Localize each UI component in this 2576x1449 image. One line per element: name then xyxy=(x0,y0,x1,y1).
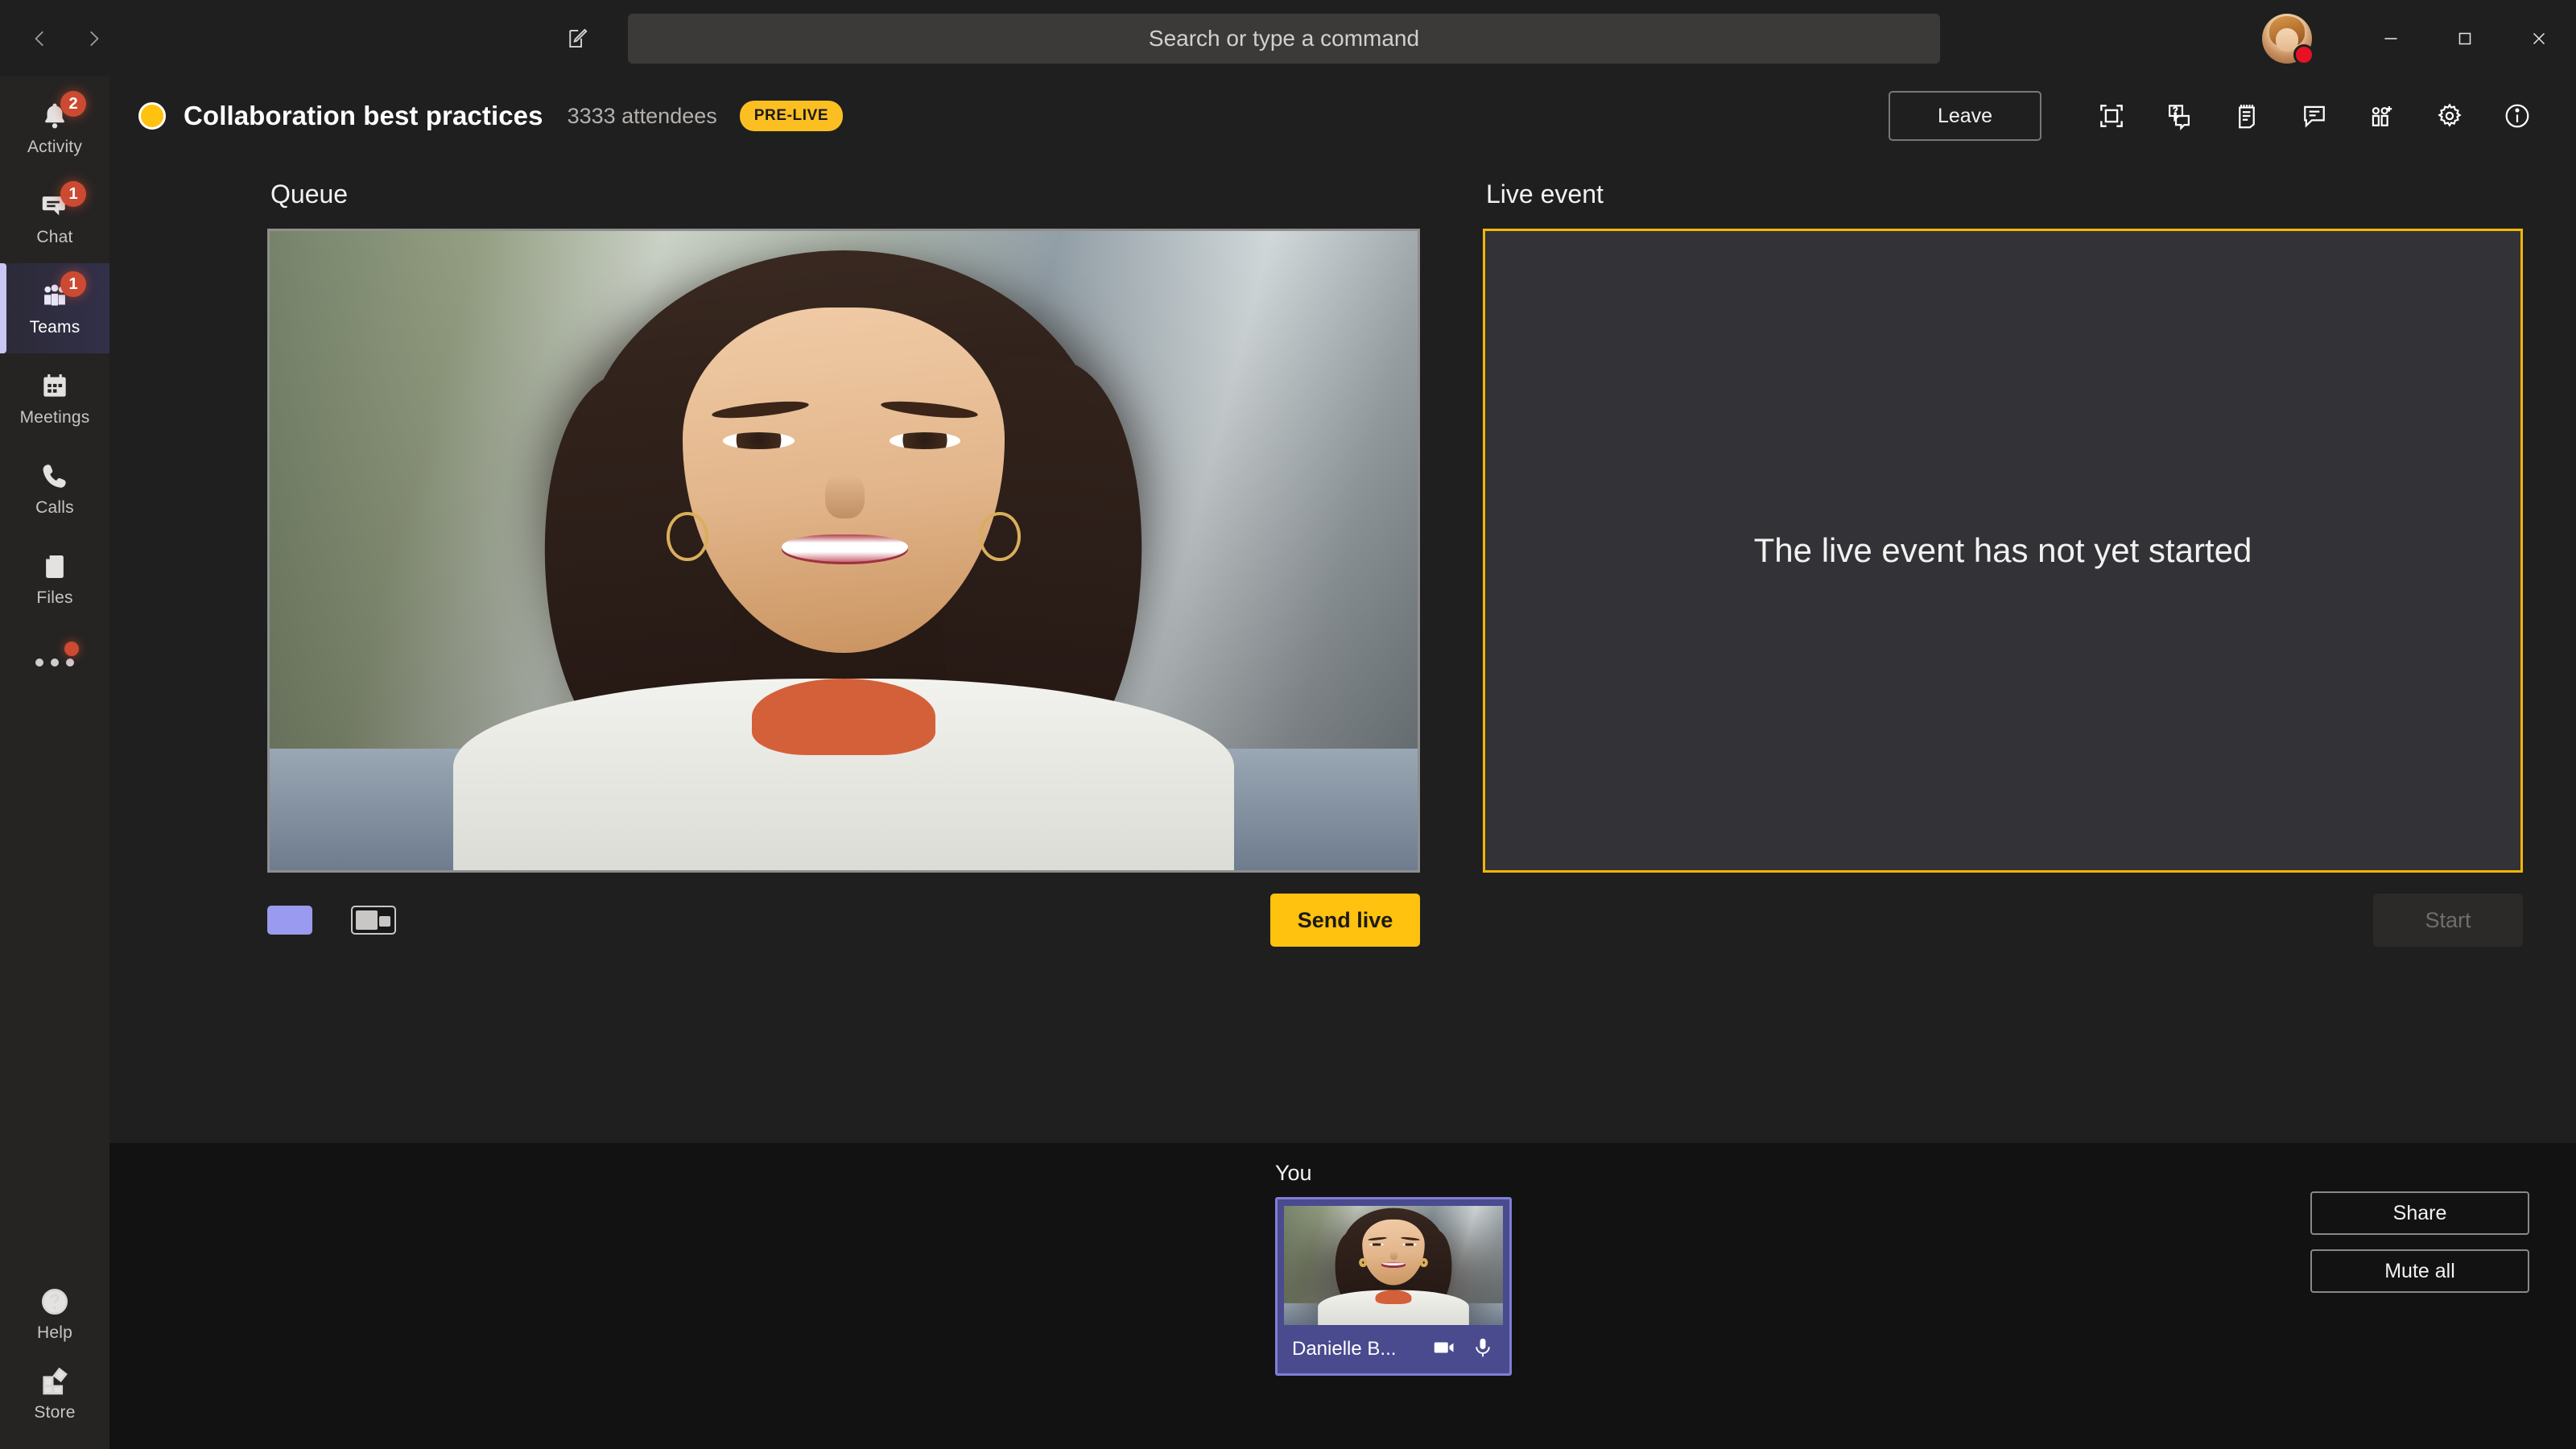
activity-badge: 2 xyxy=(60,91,86,117)
chat-icon[interactable] xyxy=(2283,85,2346,147)
queue-video-preview[interactable] xyxy=(267,229,1420,873)
queue-panel: Queue Send live xyxy=(267,155,1420,1143)
main-content: Collaboration best practices 3333 attend… xyxy=(109,76,2576,1449)
you-section: You Danielle B... xyxy=(1275,1161,1512,1376)
live-event-panel: Live event The live event has not yet st… xyxy=(1483,155,2523,1143)
sidebar-item-files[interactable]: Files xyxy=(0,534,109,624)
sidebar-item-help[interactable]: Help xyxy=(0,1269,109,1359)
qna-icon[interactable] xyxy=(2148,85,2211,147)
participant-video-thumb xyxy=(1284,1206,1503,1325)
footer-actions: Share Mute all xyxy=(2310,1191,2529,1293)
participant-name: Danielle B... xyxy=(1292,1338,1397,1360)
participant-media-icons xyxy=(1432,1335,1495,1364)
sidebar-item-label: Help xyxy=(37,1323,72,1342)
store-icon xyxy=(36,1364,73,1398)
chat-badge: 1 xyxy=(60,181,86,207)
page-title: Collaboration best practices xyxy=(184,101,543,130)
teams-badge: 1 xyxy=(60,271,86,297)
search-input[interactable]: Search or type a command xyxy=(628,14,1940,64)
sidebar-item-label: Meetings xyxy=(19,408,90,427)
attendee-count: 3333 attendees xyxy=(567,103,717,128)
forward-button[interactable] xyxy=(71,16,116,61)
app-rail: 2 Activity 1 Chat 1 Teams Meetings Calls… xyxy=(0,76,109,1449)
teams-live-event-window: Search or type a command 2 Activity 1 Ch… xyxy=(0,0,2576,1449)
sidebar-item-teams[interactable]: 1 Teams xyxy=(0,263,109,353)
file-icon xyxy=(36,550,73,584)
sidebar-item-label: Teams xyxy=(29,318,80,336)
status-badge: PRE-LIVE xyxy=(739,101,844,131)
queue-title: Queue xyxy=(270,180,349,208)
you-label: You xyxy=(1275,1161,1312,1185)
status-badge xyxy=(2293,43,2314,65)
sidebar-item-activity[interactable]: 2 Activity xyxy=(0,83,109,173)
sidebar-item-label: Calls xyxy=(35,498,74,517)
teams-icon: 1 xyxy=(36,271,86,313)
sidebar-item-store[interactable]: Store xyxy=(0,1359,109,1449)
microphone-icon[interactable] xyxy=(1471,1335,1495,1364)
phone-icon xyxy=(36,460,73,493)
presenter-footer: You Danielle B... Share Mute all xyxy=(109,1143,2576,1449)
layout-single-icon[interactable] xyxy=(267,906,312,935)
camera-icon[interactable] xyxy=(1432,1335,1456,1364)
participant-tile[interactable]: Danielle B... xyxy=(1275,1197,1512,1376)
sidebar-item-calls[interactable]: Calls xyxy=(0,444,109,534)
add-participant-icon[interactable] xyxy=(2351,85,2413,147)
ellipsis-icon xyxy=(35,658,74,667)
queue-video-frame xyxy=(270,231,1418,870)
layout-split-icon[interactable] xyxy=(351,906,396,935)
title-bar: Search or type a command xyxy=(0,0,2576,76)
live-event-message: The live event has not yet started xyxy=(1753,531,2252,569)
search-placeholder: Search or type a command xyxy=(1148,26,1420,51)
live-controls: Start xyxy=(1483,894,2523,947)
send-live-button[interactable]: Send live xyxy=(1270,894,1420,947)
sidebar-item-chat[interactable]: 1 Chat xyxy=(0,173,109,263)
minimize-button[interactable] xyxy=(2354,0,2428,76)
meeting-header: Collaboration best practices 3333 attend… xyxy=(109,76,2576,155)
sidebar-item-label: Files xyxy=(36,588,73,607)
more-apps-button[interactable] xyxy=(0,624,109,701)
help-icon xyxy=(36,1285,73,1319)
mute-all-button[interactable]: Mute all xyxy=(2310,1249,2529,1293)
bell-icon: 2 xyxy=(36,91,86,133)
maximize-button[interactable] xyxy=(2428,0,2502,76)
sidebar-item-label: Activity xyxy=(27,138,83,156)
chat-icon: 1 xyxy=(36,181,86,223)
calendar-icon xyxy=(36,369,73,403)
participant-name-row: Danielle B... xyxy=(1284,1325,1503,1373)
notes-icon[interactable] xyxy=(2215,85,2278,147)
window-controls xyxy=(2262,0,2576,76)
back-button[interactable] xyxy=(18,16,63,61)
live-event-stage: The live event has not yet started xyxy=(1483,229,2523,873)
start-button[interactable]: Start xyxy=(2373,894,2523,947)
queue-controls: Send live xyxy=(267,894,1420,947)
close-button[interactable] xyxy=(2502,0,2576,76)
share-button[interactable]: Share xyxy=(2310,1191,2529,1235)
settings-gear-icon[interactable] xyxy=(2418,85,2481,147)
more-apps-indicator xyxy=(64,642,79,656)
live-event-title: Live event xyxy=(1486,180,1604,208)
leave-button[interactable]: Leave xyxy=(1889,91,2041,141)
avatar[interactable] xyxy=(2262,13,2314,65)
nav-arrows xyxy=(18,16,116,61)
sidebar-item-label: Chat xyxy=(36,228,73,246)
compose-icon[interactable] xyxy=(555,17,599,60)
stage-area: Queue Send live Live event The live even… xyxy=(109,155,2576,1143)
info-icon[interactable] xyxy=(2486,85,2549,147)
rail-spacer xyxy=(0,701,109,1269)
sidebar-item-meetings[interactable]: Meetings xyxy=(0,353,109,444)
sidebar-item-label: Store xyxy=(34,1403,76,1422)
meeting-toolbar: Leave xyxy=(1889,85,2549,147)
fullscreen-icon[interactable] xyxy=(2080,85,2143,147)
live-event-status-icon xyxy=(138,102,166,130)
body: 2 Activity 1 Chat 1 Teams Meetings Calls… xyxy=(0,76,2576,1449)
